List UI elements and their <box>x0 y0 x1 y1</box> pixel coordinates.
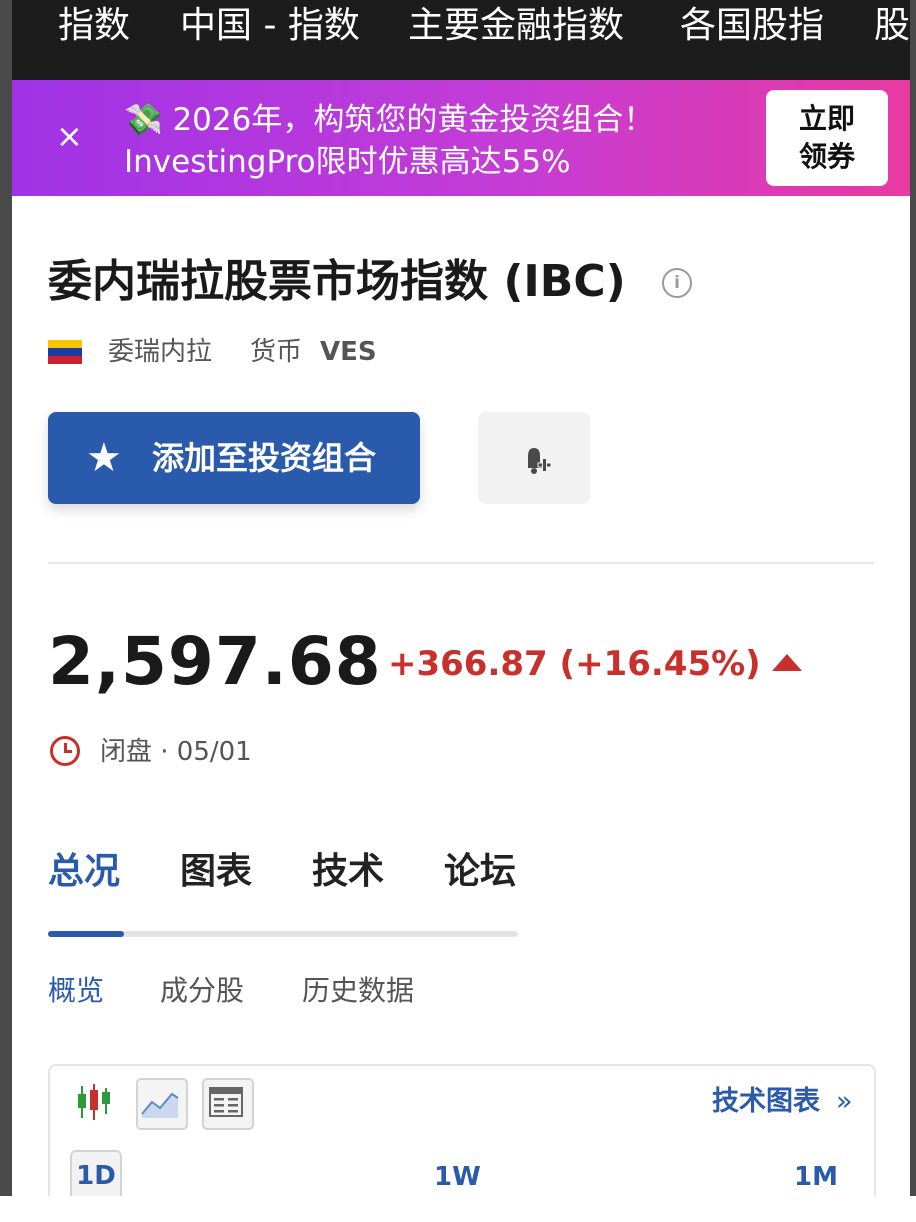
info-icon[interactable]: i <box>662 268 692 298</box>
subtab-components[interactable]: 成分股 <box>160 972 244 1010</box>
frame-right <box>910 0 916 1222</box>
top-nav: 指数 中国 - 指数 主要金融指数 各国股指 股 <box>12 0 910 80</box>
bottom-strip <box>0 1196 916 1222</box>
claim-coupon-line1: 立即 <box>798 102 855 135</box>
tab-chart[interactable]: 图表 <box>180 848 252 896</box>
bell-plus-icon <box>528 448 552 474</box>
last-price: 2,597.68 <box>48 623 382 700</box>
tab-technical[interactable]: 技术 <box>312 848 384 896</box>
nav-item-major-indices[interactable]: 主要金融指数 <box>408 8 624 44</box>
period-1m-button[interactable]: 1M <box>794 1160 838 1194</box>
up-arrow-icon <box>772 654 802 671</box>
page-title: 委内瑞拉股票市场指数 (IBC) <box>48 256 626 307</box>
add-to-portfolio-button[interactable]: ★ 添加至投资组合 <box>48 412 420 504</box>
period-1w-button[interactable]: 1W <box>434 1160 481 1194</box>
claim-coupon-line2: 领券 <box>798 140 855 173</box>
promo-headline: 💸 2026年，构筑您的黄金投资组合！ <box>124 102 655 138</box>
candlestick-chart-icon[interactable] <box>72 1078 120 1126</box>
add-alert-button[interactable] <box>478 412 590 504</box>
star-icon: ★ <box>86 435 122 481</box>
tab-forum[interactable]: 论坛 <box>444 848 516 896</box>
nav-item-stocks[interactable]: 股 <box>874 8 910 44</box>
nav-item-indices[interactable]: 指数 <box>58 8 130 44</box>
tab-active-indicator <box>48 931 124 937</box>
technical-chart-link[interactable]: 技术图表 <box>712 1084 820 1120</box>
subtab-summary[interactable]: 概览 <box>48 972 104 1010</box>
claim-coupon-button[interactable]: 立即 领券 <box>766 90 888 186</box>
chevron-right-icon: » <box>836 1086 853 1117</box>
nav-item-china-indices[interactable]: 中国 - 指数 <box>180 8 360 44</box>
page: 指数 中国 - 指数 主要金融指数 各国股指 股 × 💸 2026年，构筑您的黄… <box>12 0 910 1196</box>
promo-offer: InvestingPro限时优惠高达55% <box>124 144 571 180</box>
price-change: +366.87 (+16.45%) <box>388 644 761 684</box>
currency-value: VES <box>320 337 377 367</box>
period-1d-button[interactable]: 1D <box>70 1150 122 1196</box>
market-status: 闭盘 · 05/01 <box>100 737 252 767</box>
table-view-icon[interactable] <box>202 1078 254 1130</box>
clock-icon <box>50 736 80 766</box>
venezuela-flag-icon <box>48 340 82 364</box>
nav-item-country-indices[interactable]: 各国股指 <box>680 8 824 44</box>
tab-overview[interactable]: 总况 <box>48 848 120 896</box>
divider <box>48 562 874 564</box>
currency-label: 货币 <box>250 337 303 367</box>
close-icon[interactable]: × <box>56 118 83 154</box>
country-label: 委瑞内拉 <box>108 337 213 367</box>
subtab-historical-data[interactable]: 历史数据 <box>302 972 414 1010</box>
promo-banner: × 💸 2026年，构筑您的黄金投资组合！ InvestingPro限时优惠高达… <box>12 80 910 196</box>
add-to-portfolio-label: 添加至投资组合 <box>152 439 377 477</box>
frame-left <box>0 0 12 1222</box>
area-chart-icon[interactable] <box>136 1078 188 1130</box>
